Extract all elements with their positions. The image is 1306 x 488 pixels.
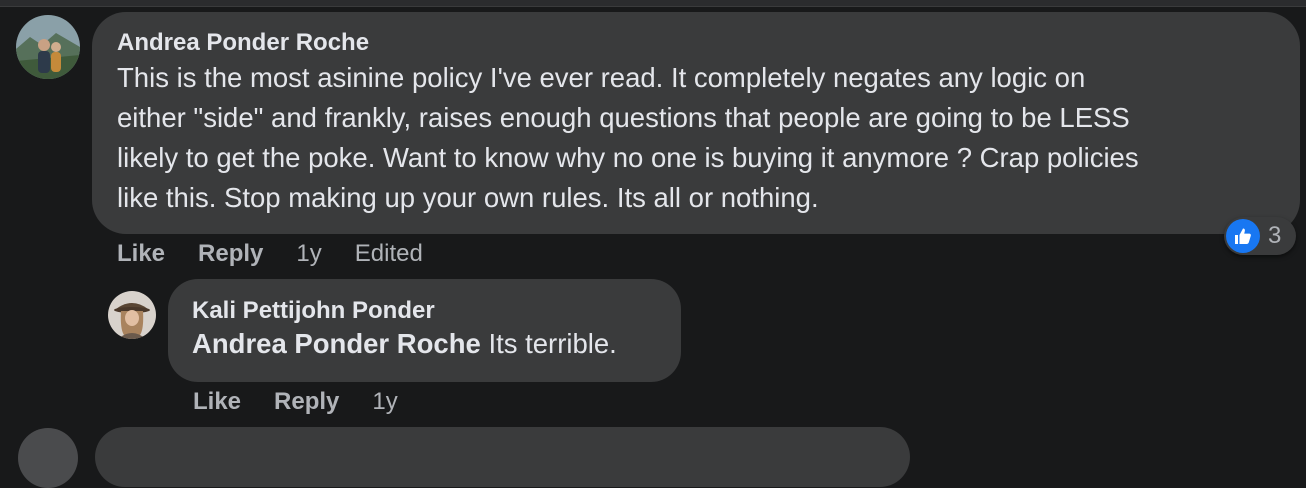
comment-author[interactable]: Kali Pettijohn Ponder	[192, 295, 681, 327]
reply-button[interactable]: Reply	[274, 388, 339, 416]
comment-bubble-andrea: Andrea Ponder Roche This is the most asi…	[92, 12, 1300, 234]
comment-actions-kali: Like Reply 1y	[193, 386, 398, 418]
avatar-next[interactable]	[18, 428, 78, 488]
comment-text: Andrea Ponder Roche Its terrible.	[192, 324, 681, 364]
comment-bubble-kali: Kali Pettijohn Ponder Andrea Ponder Roch…	[168, 279, 681, 382]
top-divider	[0, 0, 1306, 7]
comment-text-line: like this. Stop making up your own rules…	[117, 182, 819, 213]
comment-bubble-next	[95, 427, 910, 487]
comment-text: This is the most asinine policy I've eve…	[117, 58, 1300, 218]
reaction-count: 3	[1268, 222, 1282, 249]
comment-text-body: Its terrible.	[480, 328, 617, 359]
comment-timestamp[interactable]: 1y	[296, 240, 321, 268]
mention-link[interactable]: Andrea Ponder Roche	[192, 328, 481, 359]
comment-timestamp[interactable]: 1y	[372, 388, 397, 416]
comment-text-line: This is the most asinine policy I've eve…	[117, 62, 1086, 93]
like-button[interactable]: Like	[117, 240, 165, 268]
comment-author[interactable]: Andrea Ponder Roche	[117, 27, 1300, 59]
avatar-kali[interactable]	[108, 291, 156, 339]
avatar-andrea[interactable]	[16, 15, 80, 79]
thumbs-up-icon	[1226, 219, 1260, 253]
comment-text-line: likely to get the poke. Want to know why…	[117, 142, 1139, 173]
reply-button[interactable]: Reply	[198, 240, 263, 268]
avatar-andrea-image	[16, 15, 80, 79]
edited-label[interactable]: Edited	[355, 240, 423, 268]
comment-actions-andrea: Like Reply 1y Edited	[117, 238, 423, 270]
comment-text-line: either "side" and frankly, raises enough…	[117, 102, 1130, 133]
reaction-summary[interactable]: 3	[1224, 217, 1296, 255]
avatar-kali-image	[108, 291, 156, 339]
like-button[interactable]: Like	[193, 388, 241, 416]
